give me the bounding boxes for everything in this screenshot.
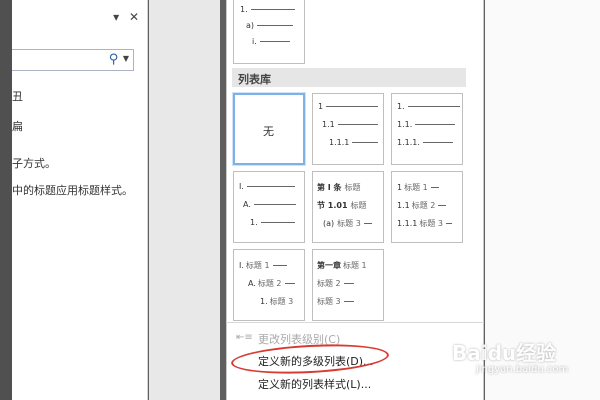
- thumb-row-text: 标题 1: [343, 261, 367, 270]
- list-thumb-numeric-dot[interactable]: 1. 1.1. 1.1.1.: [391, 93, 463, 165]
- thumb-row-line: [326, 106, 379, 107]
- thumb-row-line: [337, 124, 378, 125]
- thumb-row-line: [272, 265, 287, 266]
- thumb-row-label: 1.: [397, 102, 405, 111]
- thumb-row-label: 1.1: [397, 201, 410, 210]
- thumb-row-label: 1.1.1.: [397, 138, 420, 147]
- thumb-row-line: [257, 25, 294, 26]
- thumb-row-line: [422, 142, 453, 143]
- list-library-header: 列表库: [232, 68, 466, 87]
- thumb-row-line: [363, 223, 372, 224]
- nav-text-fragment-3: 子方式。: [12, 157, 56, 170]
- list-thumb-alpha-roman[interactable]: 1. a) i.: [233, 0, 305, 64]
- nav-text-fragment-4: 中的标题应用标题样式。: [12, 184, 133, 197]
- thumb-row-label: 节 1.01: [317, 201, 348, 210]
- thumb-row-label: 1.: [250, 218, 258, 227]
- thumb-row-label: 1.1.: [397, 120, 413, 129]
- thumb-row-line: [259, 41, 290, 42]
- thumb-row-label: a): [246, 21, 255, 30]
- document-area: [149, 0, 220, 400]
- thumb-row-label: 第一章: [317, 261, 341, 270]
- menu-separator: [226, 322, 484, 323]
- thumb-row-label: 1.: [260, 297, 268, 306]
- thumb-row-line: [430, 187, 439, 188]
- thumb-row-text: 标题 3: [317, 297, 341, 306]
- list-thumb-heading-chapter[interactable]: 第一章 标题 1 标题 2 标题 3: [312, 249, 384, 321]
- chevron-down-icon[interactable]: ▼: [123, 54, 129, 63]
- change-level-icon: ⇤≡: [236, 332, 253, 343]
- thumb-row-line: [246, 186, 295, 187]
- thumb-row-line: [446, 223, 452, 224]
- list-thumb-numeric-plain[interactable]: 1 1.1 1.1.1: [312, 93, 384, 165]
- thumb-row-text: 标题: [344, 183, 361, 192]
- list-thumb-heading-numeric[interactable]: 1 标题 1 1.1 标题 2 1.1.1 标题 3: [391, 171, 463, 243]
- thumb-row-text: 标题 2: [317, 279, 341, 288]
- thumb-row-line: [438, 205, 447, 206]
- thumb-row-text: 标题 2: [411, 201, 436, 210]
- thumb-row-label: (a): [323, 219, 335, 228]
- thumb-row-label: I.: [239, 261, 244, 270]
- search-icon[interactable]: ⚲: [109, 52, 119, 67]
- thumb-row-label: A.: [243, 200, 251, 209]
- list-thumb-roman-alpha[interactable]: I. A. 1.: [233, 171, 305, 243]
- thumb-row-text: 标题 2: [257, 279, 282, 288]
- nav-text-fragment-2: 扁: [12, 120, 23, 133]
- thumb-row-label: 1: [397, 183, 403, 192]
- thumb-row-label: 1.1: [322, 120, 335, 129]
- thumb-row-line: [407, 106, 460, 107]
- thumb-row-text: 标题: [350, 201, 367, 210]
- thumb-row-line: [253, 204, 296, 205]
- list-thumb-article-section[interactable]: 第 Ⅰ 条标题 节 1.01 标题 (a) 标题 3: [312, 171, 384, 243]
- thumb-row-line: [260, 222, 295, 223]
- thumb-row-line: [343, 283, 354, 284]
- thumb-none-label: 无: [263, 125, 274, 138]
- thumb-row-text: 标题 1: [404, 183, 428, 192]
- thumb-row-text: 标题 3: [337, 219, 361, 228]
- thumb-row-line: [352, 142, 379, 143]
- thumb-row-label: i.: [252, 37, 257, 46]
- thumb-row-label: 第 Ⅰ 条: [317, 183, 342, 192]
- pane-header: ▾ ✕: [107, 10, 139, 24]
- thumb-row-line: [343, 301, 354, 302]
- list-thumb-heading-roman[interactable]: I. 标题 1 A. 标题 2 1. 标题 3: [233, 249, 305, 321]
- baidu-watermark: Baidu经验: [452, 341, 557, 365]
- nav-text-fragment-1: 丑: [12, 90, 23, 103]
- thumb-row-label: 1.1.1: [397, 219, 418, 228]
- pane-options-icon[interactable]: ▾: [113, 10, 119, 24]
- thumb-row-label: 1.1.1: [329, 138, 350, 147]
- navigation-pane: ▾ ✕ ⚲ ▼ 丑 扁 子方式。 中的标题应用标题样式。: [12, 0, 148, 400]
- left-window-edge: [0, 0, 12, 400]
- list-thumb-none[interactable]: 无: [233, 93, 305, 165]
- define-new-list-style-item[interactable]: 定义新的列表样式(L)...: [258, 376, 371, 392]
- pane-close-icon[interactable]: ✕: [129, 10, 139, 24]
- thumb-row-line: [250, 9, 295, 10]
- thumb-row-label: I.: [239, 182, 244, 191]
- thumb-row-label: 1.: [240, 5, 248, 14]
- thumb-row-line: [284, 283, 295, 284]
- thumb-row-text: 标题 3: [269, 297, 294, 306]
- thumb-row-line: [415, 124, 456, 125]
- search-input[interactable]: ⚲ ▼: [12, 49, 134, 71]
- thumb-row-text: 标题 3: [419, 219, 443, 228]
- thumb-row-label: A.: [248, 279, 256, 288]
- baidu-watermark-url: jingyan.baidu.com: [476, 364, 569, 375]
- thumb-row-text: 标题 1: [245, 261, 270, 270]
- thumb-row-label: 1: [318, 102, 324, 111]
